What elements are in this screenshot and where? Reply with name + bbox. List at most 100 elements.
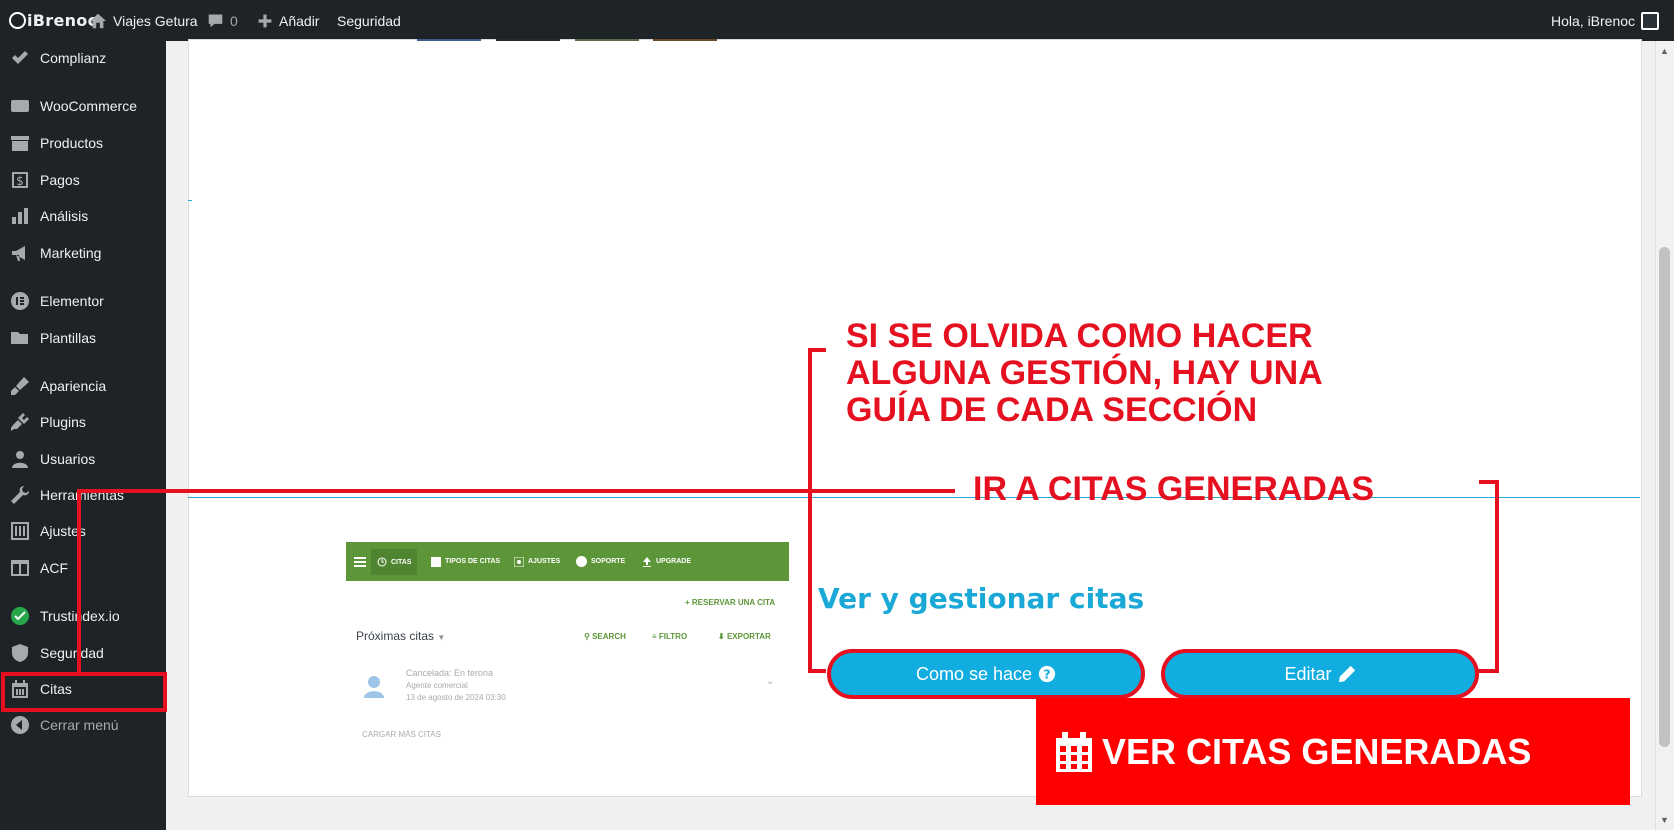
search-link[interactable]: ⚲ SEARCH [584,632,626,641]
sidebar-item-ajustes[interactable]: Ajustes [0,514,166,548]
collapse-icon [9,714,31,736]
view-generated-banner[interactable]: VER CITAS GENERADAS [1036,698,1630,805]
sidebar-item-plantillas[interactable]: Plantillas [0,321,166,355]
sidebar-item-complianz[interactable]: Complianz [0,41,166,75]
question-icon: ? [1038,665,1056,683]
sidebar-item-label: Plantillas [40,330,97,346]
filter-link[interactable]: ≡ FILTRO [652,632,687,641]
svg-text:?: ? [1043,667,1050,682]
sidebar-item-label: Seguridad [40,645,104,661]
sidebar-item-productos[interactable]: Productos [0,126,166,160]
scrollbar-thumb[interactable] [1659,247,1670,747]
search-icon: ⚲ [584,632,593,641]
gallery-thumb[interactable] [417,39,481,41]
pencil-icon [1338,665,1355,683]
sidebar-item-trustindex[interactable]: Trustindex.io [0,599,166,633]
upcoming-dropdown[interactable]: Próximas citas ▼ [356,629,445,643]
sidebar-item-label: Plugins [40,414,86,430]
appointment-date: 13 de agosto de 2024 03:30 [406,693,506,702]
sidebar-item-plugins[interactable]: Plugins [0,405,166,439]
section-marker [188,200,192,201]
sidebar-item-label: Complianz [40,50,107,66]
sidebar-item-label: ACF [40,560,68,576]
annotation-bracket [808,669,826,673]
sidebar-item-pagos[interactable]: $ Pagos [0,163,166,197]
account-menu[interactable]: Hola, iBrenoc [1551,0,1660,41]
sidebar-item-herramientas[interactable]: Herramientas [0,478,166,512]
appointment-status: Cancelada: En terona [406,668,494,678]
edit-button[interactable]: Editar [1161,649,1479,699]
banner-label: VER CITAS GENERADAS [1102,730,1532,772]
annotation-bracket [808,348,826,352]
preview-tab-ajustes[interactable]: AJUSTES [514,542,560,581]
comments-link[interactable]: 0 [207,0,238,41]
guide-callout: SI SE OLVIDA COMO HACER ALGUNA GESTIÓN, … [846,318,1323,429]
annotation-bracket [1478,669,1499,673]
appointment-row[interactable]: Cancelada: En terona Agente comercial 13… [346,668,789,712]
calendar-icon [1056,731,1092,772]
gallery-thumb[interactable] [575,39,639,41]
dollar-icon: $ [9,169,31,191]
add-new-link[interactable]: Añadir [257,0,319,41]
comment-icon [208,14,223,28]
check-icon [9,47,31,69]
greeting: Hola, iBrenoc [1551,12,1636,29]
shield-icon [9,642,31,664]
sidebar-item-label: WooCommerce [40,98,137,114]
how-to-button[interactable]: Como se hace ? [827,649,1145,699]
sidebar-collapse-button[interactable]: Cerrar menú [0,708,166,742]
sidebar-item-acf[interactable]: ACF [0,551,166,585]
gallery-thumb[interactable] [653,39,717,41]
woocommerce-icon [9,95,31,117]
site-name-link[interactable]: Viajes Getura [89,0,198,41]
user-icon [9,448,31,470]
annotation-bracket [1495,480,1499,673]
gallery-thumb[interactable] [496,39,560,41]
sidebar-item-apariencia[interactable]: Apariencia [0,369,166,403]
megaphone-icon [9,242,31,264]
guide-callout-line: ALGUNA GESTIÓN, HAY UNA [846,354,1323,392]
upload-icon [643,556,651,567]
site-logo[interactable]: iBrenoc [9,0,97,41]
brush-icon [9,375,31,397]
sidebar-item-label: Usuarios [40,451,96,467]
list-icon [431,556,441,567]
sidebar-item-usuarios[interactable]: Usuarios [0,442,166,476]
logo-text: iBrenoc [27,11,98,30]
section-divider [188,497,1640,498]
export-link[interactable]: ⬇ EXPORTAR [718,632,771,641]
clock-icon [377,557,387,567]
security-link[interactable]: Seguridad [337,0,401,41]
plug-icon [9,411,31,433]
sidebar-item-label: Elementor [40,293,104,309]
table-icon [9,557,31,579]
sidebar-item-seguridad[interactable]: Seguridad [0,636,166,670]
load-more-button[interactable]: CARGAR MÁS CITAS [362,730,441,739]
sidebar-item-label: Análisis [40,208,89,224]
folder-icon [9,327,31,349]
comments-count: 0 [230,12,238,29]
home-icon [89,13,107,28]
sidebar-item-analisis[interactable]: Análisis [0,199,166,233]
help-icon [576,556,587,567]
scroll-down-icon[interactable]: ▼ [1660,816,1669,825]
svg-text:$: $ [16,174,24,188]
sidebar-item-marketing[interactable]: Marketing [0,236,166,270]
sidebar-item-elementor[interactable]: Elementor [0,284,166,318]
plus-icon: + [685,598,692,607]
avatar [1641,11,1660,30]
guide-callout-line: GUÍA DE CADA SECCIÓN [846,391,1258,429]
preview-tab-tipos[interactable]: TIPOS DE CITAS [431,542,500,581]
preview-tab-citas[interactable]: CITAS [371,549,418,575]
highlight-citas-box [1,672,167,712]
scroll-up-icon[interactable]: ▲ [1660,47,1669,56]
trustindex-icon [9,605,31,627]
menu-icon [354,542,366,581]
sidebar-item-woocommerce[interactable]: WooCommerce [0,89,166,123]
annotation-line [77,490,81,672]
preview-tab-upgrade[interactable]: UPGRADE [642,542,691,581]
preview-tab-soporte[interactable]: SOPORTE [576,542,625,581]
admin-bar: iBrenoc Viajes Getura 0 Añadir Seguridad… [0,0,1674,41]
reserve-link[interactable]: + RESERVAR UNA CITA [685,598,775,607]
sidebar-item-label: Marketing [40,245,102,261]
